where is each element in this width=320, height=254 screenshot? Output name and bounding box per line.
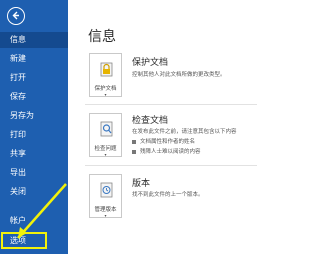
protect-document-label: 保护文档 (94, 86, 117, 92)
page-title: 信息 (88, 29, 116, 45)
check-issues-label: 检查问题 (94, 146, 117, 152)
inspect-section-text: 在发布此文件之前，请注意其包含以下内容 (132, 129, 237, 135)
inspect-section-title: 检查文档 (132, 116, 169, 126)
inspect-document-icon (100, 121, 113, 137)
versions-icon (100, 182, 113, 198)
inspect-bullet-item: 残障人士难以阅读的内容 (132, 147, 201, 155)
chevron-down-icon: ▾ (104, 152, 107, 157)
chevron-down-icon: ▾ (104, 92, 107, 97)
versions-section-text: 找不到此文件的上一个版本。 (132, 192, 204, 198)
check-issues-button[interactable]: 检查问题 ▾ (89, 113, 122, 157)
lock-icon (100, 62, 113, 77)
section-divider (85, 104, 257, 105)
versions-section-title: 版本 (132, 179, 151, 189)
manage-versions-button[interactable]: 管理版本 ▾ (89, 174, 122, 218)
section-divider (85, 165, 257, 166)
protect-section-text: 控制其他人对此文档所做的更改类型。 (132, 72, 226, 78)
protect-section-title: 保护文档 (132, 58, 169, 68)
protect-document-button[interactable]: 保护文档 ▾ (89, 53, 122, 97)
chevron-down-icon: ▾ (104, 213, 107, 218)
inspect-bullet-item: 文档属性和作者的姓名 (132, 137, 195, 145)
manage-versions-label: 管理版本 (94, 207, 117, 213)
